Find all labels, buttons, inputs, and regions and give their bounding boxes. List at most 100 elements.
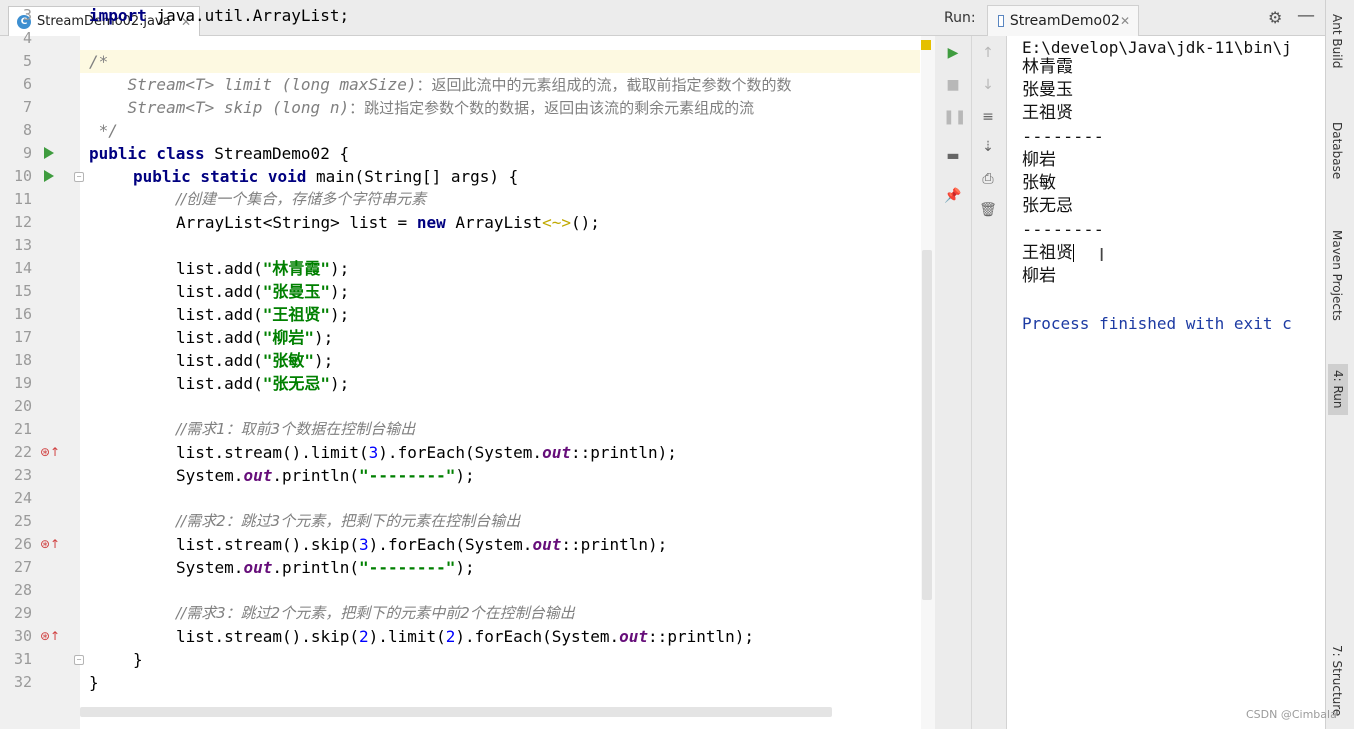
tool-run[interactable]: 4: Run (1328, 364, 1348, 415)
run-panel-header: Run: StreamDemo02 ✕ ⚙ — (935, 0, 1325, 36)
line-number: 23 (13, 466, 32, 484)
code-text: //需求1：取前3个数据在控制台输出 (176, 420, 416, 438)
tool-database[interactable]: Database (1330, 122, 1344, 179)
line-number: 7 (22, 98, 32, 116)
run-tab-streamdemo02[interactable]: StreamDemo02 ✕ (987, 5, 1139, 36)
code-text: import java.util.ArrayList; (89, 6, 350, 25)
code-line: 32 } (0, 671, 935, 694)
pin-icon[interactable]: 📌 (943, 188, 963, 204)
ibeam-cursor-icon: I (1099, 245, 1105, 266)
code-line: 30 ⊛↑ list.stream().skip(2).limit(2).for… (0, 625, 935, 648)
layout-icon[interactable]: ▬ (943, 148, 963, 164)
line-number: 18 (13, 351, 32, 369)
console-line: 林青霞 (1022, 57, 1073, 77)
stop-icon[interactable]: ■ (943, 77, 963, 93)
line-number: 25 (13, 512, 32, 530)
run-tab-label: StreamDemo02 (1009, 13, 1120, 29)
console-line: 王祖贤 (1022, 243, 1074, 263)
code-text: list.add("王祖贤"); (176, 305, 350, 324)
arrow-down-icon[interactable]: ↓ (978, 77, 998, 93)
line-number: 28 (13, 581, 32, 599)
run-main-icon[interactable] (44, 170, 54, 182)
run-toolbar: ▶ ■ ❚❚ ▬ 📌 ↑ ↓ ≡ ⇣ ⎙ 🗑 (935, 36, 1007, 729)
tool-structure[interactable]: 7: Structure (1330, 645, 1344, 716)
pause-icon[interactable]: ❚❚ (943, 109, 966, 125)
soft-wrap-icon[interactable]: ≡ (978, 109, 998, 125)
code-line: 20 (0, 395, 935, 418)
line-number: 17 (13, 328, 32, 346)
code-line: 26 ⊛↑ list.stream().skip(3).forEach(Syst… (0, 533, 935, 556)
print-icon[interactable]: ⎙ (978, 171, 998, 187)
scroll-to-end-icon[interactable]: ⇣ (978, 139, 998, 155)
code-line: 5 /* (0, 50, 935, 73)
watermark: CSDN @Cimbala (1246, 708, 1337, 721)
line-number: 24 (13, 489, 32, 507)
code-text: } (133, 650, 143, 669)
arrow-up-icon[interactable]: ↑ (978, 45, 998, 61)
code-line: 8 */ (0, 119, 935, 142)
line-number: 19 (13, 374, 32, 392)
code-line: 6 Stream<T> limit (long maxSize)：返回此流中的元… (0, 73, 935, 96)
line-number: 5 (22, 52, 32, 70)
console-line: 柳岩 (1022, 150, 1056, 170)
code-line: 17 list.add("柳岩"); (0, 326, 935, 349)
code-line: 10 − public static void main(String[] ar… (0, 165, 935, 188)
code-text: public class StreamDemo02 { (89, 144, 350, 163)
right-tool-window-strip: Ant Build Database Maven Projects 4: Run… (1325, 0, 1354, 729)
code-line: 27 System.out.println("--------"); (0, 556, 935, 579)
line-number: 13 (13, 236, 32, 254)
overrides-method-icon[interactable]: ⊛↑ (40, 445, 60, 459)
line-number: 20 (13, 397, 32, 415)
line-number: 8 (22, 121, 32, 139)
fold-end-icon[interactable]: − (74, 655, 84, 665)
horizontal-scrollbar[interactable] (80, 707, 832, 717)
run-class-icon[interactable] (44, 147, 54, 159)
code-text: list.stream().limit(3).forEach(System.ou… (176, 443, 677, 462)
gear-icon[interactable]: ⚙ (1268, 8, 1282, 27)
console-line: 张无忌 (1022, 196, 1073, 216)
code-line: 14 list.add("林青霞"); (0, 257, 935, 280)
trash-icon[interactable]: 🗑 (978, 202, 998, 218)
line-number: 4 (22, 29, 32, 47)
console-line: 张敏 (1022, 173, 1056, 193)
tool-maven-projects[interactable]: Maven Projects (1330, 230, 1344, 321)
code-line: 12 ArrayList<String> list = new ArrayLis… (0, 211, 935, 234)
line-number: 6 (22, 75, 32, 93)
current-line-highlight (80, 50, 920, 73)
line-number: 16 (13, 305, 32, 323)
overrides-method-icon[interactable]: ⊛↑ (40, 537, 60, 551)
code-text: list.add("张曼玉"); (176, 282, 350, 301)
line-number: 30 (13, 627, 32, 645)
console-output[interactable]: E:\develop\Java\jdk-11\bin\j 林青霞 张曼玉 王祖贤… (1007, 36, 1325, 729)
code-text: ArrayList<String> list = new ArrayList<~… (176, 213, 600, 232)
console-line: 柳岩 (1022, 266, 1056, 286)
line-number: 29 (13, 604, 32, 622)
code-line: 16 list.add("王祖贤"); (0, 303, 935, 326)
line-number: 10 (13, 167, 32, 185)
code-line: 9 public class StreamDemo02 { (0, 142, 935, 165)
tool-ant-build[interactable]: Ant Build (1330, 14, 1344, 68)
line-number: 14 (13, 259, 32, 277)
code-text: //需求3：跳过2个元素，把剩下的元素中前2个在控制台输出 (176, 604, 575, 622)
console-line: 张曼玉 (1022, 80, 1073, 100)
overrides-method-icon[interactable]: ⊛↑ (40, 629, 60, 643)
line-number: 21 (13, 420, 32, 438)
minimize-icon[interactable]: — (1297, 5, 1315, 26)
code-line: 31 − } (0, 648, 935, 671)
code-line: 13 (0, 234, 935, 257)
code-text: //创建一个集合，存储多个字符串元素 (176, 190, 427, 208)
code-text: list.add("柳岩"); (176, 328, 334, 347)
code-line: 29 //需求3：跳过2个元素，把剩下的元素中前2个在控制台输出 (0, 602, 935, 625)
code-line: 23 System.out.println("--------"); (0, 464, 935, 487)
code-line: 11 //创建一个集合，存储多个字符串元素 (0, 188, 935, 211)
rerun-icon[interactable]: ▶ (943, 45, 963, 61)
code-line: 28 (0, 579, 935, 602)
line-number: 12 (13, 213, 32, 231)
text-caret (1073, 244, 1074, 262)
close-icon[interactable]: ✕ (1120, 14, 1130, 28)
console-line: -------- (1022, 220, 1104, 240)
code-text: } (89, 673, 99, 692)
code-text: list.add("张无忌"); (176, 374, 350, 393)
code-line: 18 list.add("张敏"); (0, 349, 935, 372)
fold-minus-icon[interactable]: − (74, 172, 84, 182)
